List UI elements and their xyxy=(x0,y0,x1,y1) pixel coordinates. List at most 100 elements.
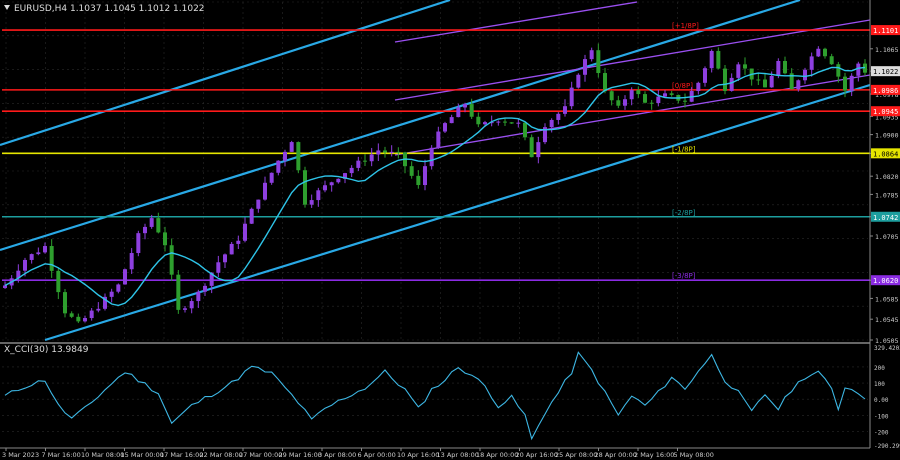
candle-body xyxy=(229,243,234,255)
candle-body xyxy=(603,73,607,92)
candle-body xyxy=(809,56,814,70)
candle-body xyxy=(389,151,394,153)
level-marker: [-3/8P] xyxy=(672,272,696,280)
chart-title: EURUSD,H4 1.1037 1.1045 1.1012 1.1022 xyxy=(14,4,205,14)
candle-body xyxy=(176,274,181,310)
candle-body xyxy=(29,254,34,260)
last-price-label: 1.1022 xyxy=(873,68,898,76)
candle-body xyxy=(456,107,461,118)
candle-body xyxy=(776,60,781,76)
time-tick-label: 3 Apr 08:00 xyxy=(318,451,356,459)
candle-body xyxy=(43,246,47,253)
time-tick-label: 22 Mar 08:00 xyxy=(200,451,243,459)
level-label: 1.0945 xyxy=(873,108,898,116)
candle-body xyxy=(683,100,687,102)
candle-body xyxy=(256,199,261,209)
candle-body xyxy=(323,185,327,191)
time-tick-label: 15 Mar 00:00 xyxy=(121,451,164,459)
candle-body xyxy=(203,285,207,292)
price-tick-label: 1.0785 xyxy=(875,191,899,199)
candle-body xyxy=(436,131,441,148)
candle-body xyxy=(843,76,847,91)
candle-body xyxy=(356,160,361,168)
candle-body xyxy=(783,60,787,74)
candle-body xyxy=(129,253,134,270)
candle-body xyxy=(763,79,767,88)
candle-body xyxy=(636,90,641,95)
candle-body xyxy=(703,68,707,83)
time-tick-label: 5 May 08:00 xyxy=(674,451,714,459)
time-tick-label: 18 Apr 00:00 xyxy=(476,451,518,459)
candle-body xyxy=(383,150,387,153)
price-tick-label: 1.0900 xyxy=(875,132,899,140)
chart-background xyxy=(0,0,900,460)
candle-body xyxy=(163,232,167,246)
candle-body xyxy=(623,99,627,106)
candle-body xyxy=(503,121,507,123)
cci-tick-label: 0.00 xyxy=(874,397,889,404)
candle-body xyxy=(63,292,67,314)
price-tick-label: 1.0820 xyxy=(875,173,899,181)
candle-body xyxy=(616,100,621,106)
candle-body xyxy=(829,56,834,65)
candle-body xyxy=(123,269,127,285)
candle-body xyxy=(443,123,447,132)
candle-body xyxy=(109,291,114,297)
cci-tick-label: -100 xyxy=(874,413,889,420)
candle-body xyxy=(596,50,601,74)
time-tick-label: 25 Apr 08:00 xyxy=(555,451,597,459)
candle-body xyxy=(536,142,541,158)
candle-body xyxy=(56,270,61,293)
candle-body xyxy=(423,166,427,186)
candle-body xyxy=(276,160,281,173)
price-axis[interactable]: 1.10651.10221.09781.09351.09001.08641.08… xyxy=(869,0,900,460)
candle-body xyxy=(856,63,861,76)
candle-body xyxy=(189,301,194,309)
candle-body xyxy=(429,147,434,167)
cci-tick-label: -290.2999 xyxy=(874,443,900,450)
candle-body xyxy=(289,142,294,152)
candle-body xyxy=(589,50,594,60)
candle-body xyxy=(743,64,747,69)
time-tick-label: 27 Mar 00:00 xyxy=(239,451,282,459)
level-label: 1.0742 xyxy=(873,214,898,222)
candle-body xyxy=(169,245,174,275)
candle-body xyxy=(609,91,614,101)
candle-body xyxy=(816,48,821,57)
candle-body xyxy=(529,137,534,158)
price-tick-label: 1.0545 xyxy=(875,316,899,324)
level-label: 1.1101 xyxy=(873,27,898,35)
time-tick-label: 13 Apr 08:00 xyxy=(437,451,479,459)
candle-body xyxy=(736,64,741,78)
time-tick-label: 6 Apr 00:00 xyxy=(358,451,396,459)
candle-body xyxy=(303,170,307,205)
candle-body xyxy=(476,116,481,125)
candle-body xyxy=(376,150,381,155)
time-tick-label: 20 Apr 16:00 xyxy=(516,451,558,459)
candle-body xyxy=(469,104,474,117)
candle-body xyxy=(716,50,721,69)
time-tick-label: 2 May 16:00 xyxy=(634,451,674,459)
candle-body xyxy=(449,117,454,124)
candle-body xyxy=(463,104,467,108)
candle-body xyxy=(823,48,827,57)
candle-body xyxy=(569,87,574,107)
candle-body xyxy=(183,308,187,310)
candle-body xyxy=(509,122,514,124)
time-tick-label: 17 Mar 16:00 xyxy=(160,451,203,459)
candle-body xyxy=(136,233,141,254)
candle-body xyxy=(563,106,567,114)
candle-body xyxy=(656,96,661,104)
candle-body xyxy=(643,94,647,103)
candle-body xyxy=(336,178,341,183)
candle-body xyxy=(549,119,554,128)
candle-body xyxy=(729,77,734,91)
price-tick-label: 1.0505 xyxy=(875,337,899,345)
time-tick-label: 3 Mar 2023 xyxy=(2,451,39,459)
level-marker: [+1/8P] xyxy=(672,22,699,30)
candle-body xyxy=(3,285,7,288)
candle-body xyxy=(583,59,587,75)
candle-body xyxy=(516,122,521,124)
candle-body xyxy=(629,90,634,100)
candle-body xyxy=(396,151,401,153)
